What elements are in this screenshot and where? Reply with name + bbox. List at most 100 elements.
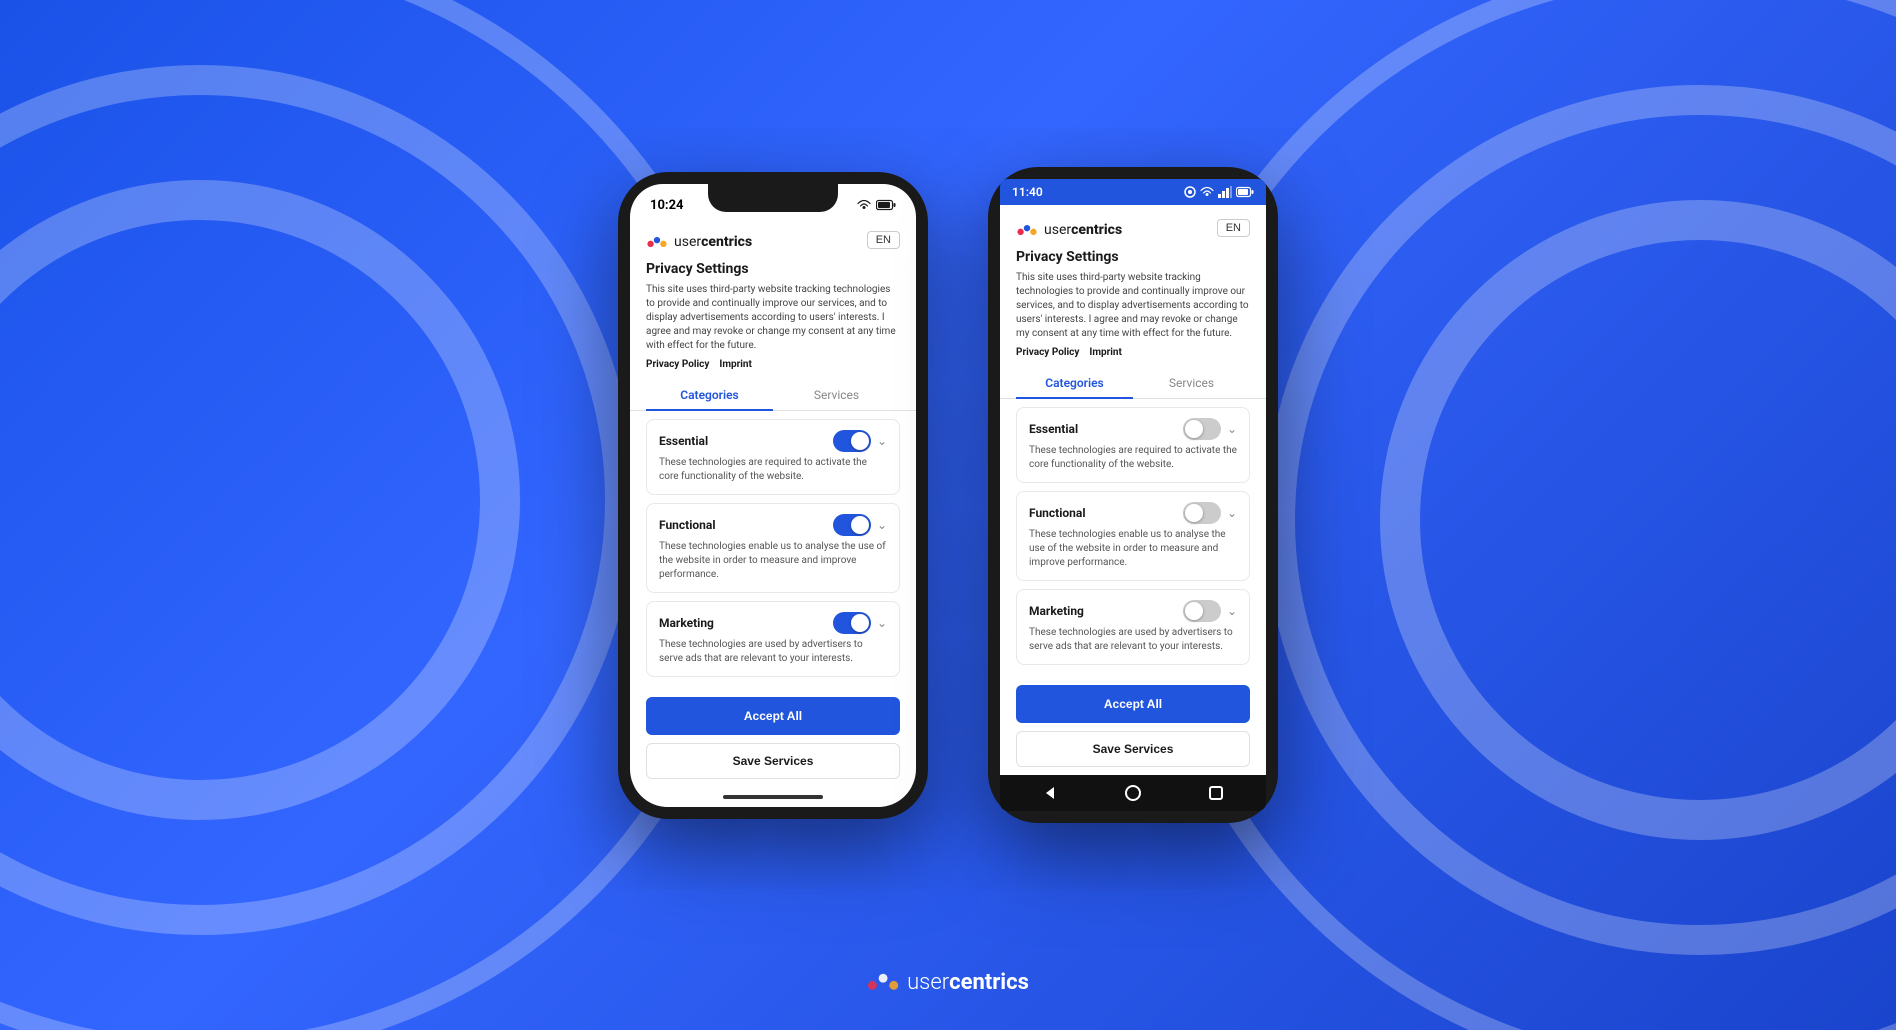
android-battery-icon: [1236, 186, 1254, 198]
ios-essential-toggle-knob: [851, 432, 869, 450]
android-privacy-policy-link[interactable]: Privacy Policy: [1016, 347, 1079, 358]
android-screen: usercentrics EN Privacy Settings This si…: [1000, 205, 1266, 775]
android-essential-toggle[interactable]: [1183, 418, 1221, 440]
android-marketing-toggle-knob: [1185, 602, 1203, 620]
ios-category-functional: Functional ⌄ These technologies enable u…: [646, 503, 900, 593]
ios-time: 10:24: [650, 198, 684, 213]
ios-save-services-button[interactable]: Save Services: [646, 743, 900, 779]
android-signal-icon: [1218, 186, 1232, 198]
ios-functional-header: Functional ⌄: [659, 514, 887, 536]
ios-notch: [708, 184, 838, 212]
ios-logo-text: usercentrics: [674, 234, 752, 250]
android-consent-ui: usercentrics EN Privacy Settings This si…: [1000, 205, 1266, 775]
android-marketing-name: Marketing: [1029, 604, 1084, 618]
phones-container: 10:24: [618, 167, 1278, 823]
ios-functional-controls: ⌄: [833, 514, 887, 536]
android-back-button[interactable]: [1040, 783, 1060, 803]
ios-language-button[interactable]: EN: [867, 231, 900, 249]
ios-marketing-toggle[interactable]: [833, 612, 871, 634]
android-buttons-area: Accept All Save Services: [1016, 673, 1250, 775]
android-functional-toggle-knob: [1185, 504, 1203, 522]
android-functional-header: Functional ⌄: [1029, 502, 1237, 524]
android-recents-icon: [1208, 785, 1224, 801]
android-essential-name: Essential: [1029, 422, 1078, 436]
ios-functional-name: Functional: [659, 518, 716, 532]
ios-essential-desc: These technologies are required to activ…: [659, 456, 887, 484]
bottom-logo: usercentrics: [867, 964, 1029, 1000]
android-recents-button[interactable]: [1206, 783, 1226, 803]
android-categories-list: Essential ⌄ These technologies are requi…: [1016, 407, 1250, 665]
ios-functional-toggle[interactable]: [833, 514, 871, 536]
ios-category-marketing: Marketing ⌄ These technologies are used …: [646, 601, 900, 677]
ios-logo: usercentrics: [646, 231, 752, 253]
ios-status-icons: [857, 199, 896, 211]
android-language-button[interactable]: EN: [1217, 219, 1250, 237]
android-tab-categories[interactable]: Categories: [1016, 368, 1133, 398]
ios-header-row: usercentrics EN: [646, 231, 900, 253]
ios-functional-toggle-knob: [851, 516, 869, 534]
android-home-button[interactable]: [1123, 783, 1143, 803]
android-functional-name: Functional: [1029, 506, 1086, 520]
android-marketing-header: Marketing ⌄: [1029, 600, 1237, 622]
ios-functional-desc: These technologies enable us to analyse …: [659, 540, 887, 582]
android-marketing-toggle[interactable]: [1183, 600, 1221, 622]
ios-marketing-chevron[interactable]: ⌄: [877, 616, 887, 630]
ios-categories-list: Essential ⌄ These technologies are requi…: [646, 419, 900, 677]
android-tabs: Categories Services: [1000, 368, 1266, 399]
android-functional-toggle[interactable]: [1183, 502, 1221, 524]
ios-marketing-toggle-knob: [851, 614, 869, 632]
ios-tab-categories[interactable]: Categories: [646, 380, 773, 410]
ios-essential-chevron[interactable]: ⌄: [877, 434, 887, 448]
android-logo: usercentrics: [1016, 219, 1122, 241]
ios-home-indicator: [630, 787, 916, 807]
android-essential-header: Essential ⌄: [1029, 418, 1237, 440]
ios-logo-icon: [646, 231, 668, 253]
bottom-logo-icon: [867, 964, 899, 1000]
android-essential-toggle-knob: [1185, 420, 1203, 438]
ios-privacy-desc: This site uses third-party website track…: [646, 283, 900, 353]
android-back-icon: [1042, 785, 1058, 801]
android-functional-desc: These technologies enable us to analyse …: [1029, 528, 1237, 570]
android-privacy-title: Privacy Settings: [1016, 249, 1250, 265]
android-wifi-icon: [1200, 186, 1214, 198]
ios-marketing-name: Marketing: [659, 616, 714, 630]
android-status-icons: [1184, 186, 1254, 198]
android-marketing-desc: These technologies are used by advertise…: [1029, 626, 1237, 654]
ios-marketing-desc: These technologies are used by advertise…: [659, 638, 887, 666]
ios-functional-chevron[interactable]: ⌄: [877, 518, 887, 532]
ios-home-bar: [723, 795, 823, 799]
ios-buttons-area: Accept All Save Services: [646, 685, 900, 787]
android-nav-bar: [1000, 775, 1266, 811]
android-privacy-desc: This site uses third-party website track…: [1016, 271, 1250, 341]
android-accept-all-button[interactable]: Accept All: [1016, 685, 1250, 723]
ios-tabs: Categories Services: [630, 380, 916, 411]
android-marketing-chevron[interactable]: ⌄: [1227, 604, 1237, 618]
ios-accept-all-button[interactable]: Accept All: [646, 697, 900, 735]
android-status-bar: 11:40: [1000, 179, 1266, 205]
ios-essential-toggle[interactable]: [833, 430, 871, 452]
android-location-icon: [1184, 186, 1196, 198]
phone-ios: 10:24: [618, 172, 928, 819]
phone-android: 11:40: [988, 167, 1278, 823]
ios-screen: usercentrics EN Privacy Settings This si…: [630, 217, 916, 807]
ios-tab-services[interactable]: Services: [773, 380, 900, 410]
bottom-logo-text: usercentrics: [907, 970, 1029, 995]
android-imprint-link[interactable]: Imprint: [1089, 347, 1122, 358]
ios-marketing-header: Marketing ⌄: [659, 612, 887, 634]
android-category-marketing: Marketing ⌄ These technologies are used …: [1016, 589, 1250, 665]
android-tab-services[interactable]: Services: [1133, 368, 1250, 398]
ios-privacy-policy-link[interactable]: Privacy Policy: [646, 359, 709, 370]
ios-privacy-title: Privacy Settings: [646, 261, 900, 277]
android-save-services-button[interactable]: Save Services: [1016, 731, 1250, 767]
ios-marketing-controls: ⌄: [833, 612, 887, 634]
ios-essential-controls: ⌄: [833, 430, 887, 452]
ios-imprint-link[interactable]: Imprint: [719, 359, 752, 370]
android-logo-text: usercentrics: [1044, 222, 1122, 238]
ios-privacy-links: Privacy Policy Imprint: [646, 359, 900, 370]
android-logo-icon: [1016, 219, 1038, 241]
wifi-icon: [857, 199, 871, 211]
android-functional-chevron[interactable]: ⌄: [1227, 506, 1237, 520]
android-essential-chevron[interactable]: ⌄: [1227, 422, 1237, 436]
android-category-functional: Functional ⌄ These technologies enable u…: [1016, 491, 1250, 581]
android-home-icon: [1124, 784, 1142, 802]
